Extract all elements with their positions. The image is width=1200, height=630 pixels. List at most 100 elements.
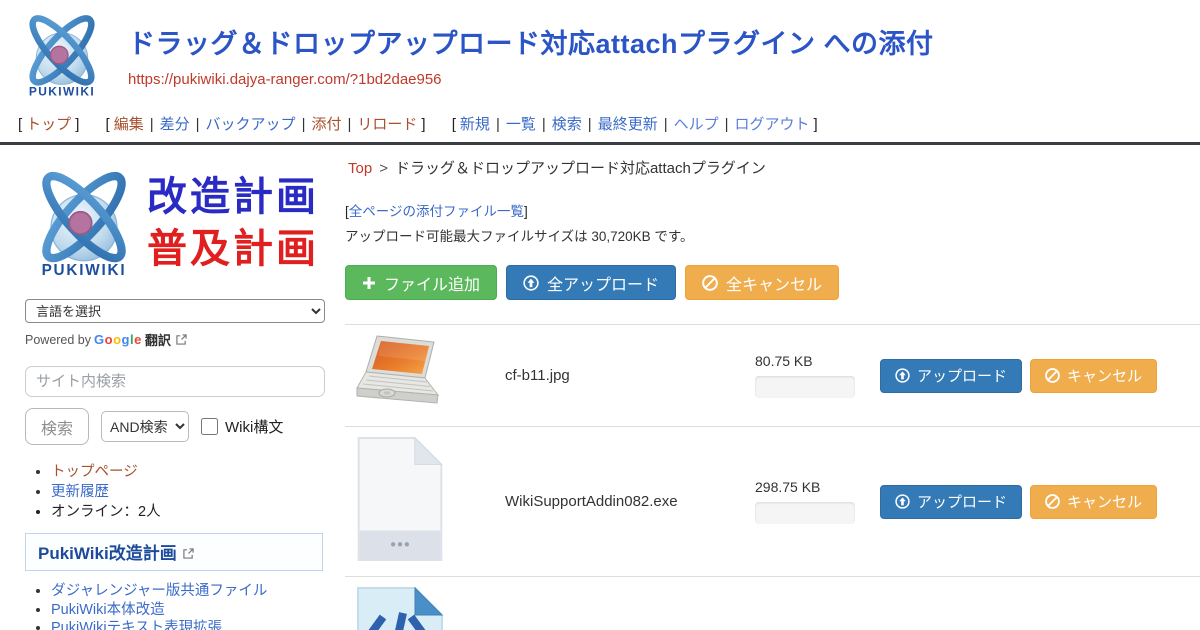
google-logo: Google bbox=[94, 332, 142, 347]
sidebar-link-update-history[interactable]: 更新履歴 bbox=[51, 484, 109, 500]
wiki-syntax-label: Wiki構文 bbox=[225, 416, 283, 437]
header: PUKIWIKI ドラッグ＆ドロップアップロード対応attachプラグイン への… bbox=[0, 0, 1200, 107]
sidebar-plugin-links: ダジャレンジャー版共通ファイル PukiWiki本体改造 PukiWikiテキス… bbox=[25, 583, 330, 630]
nav-edit[interactable]: 編集 bbox=[114, 116, 144, 133]
sidebar-logo-slogan: 改造計画 普及計画 bbox=[147, 171, 319, 275]
page-permalink-url[interactable]: https://pukiwiki.dajya-ranger.com/?1bd2d… bbox=[128, 71, 934, 88]
nav-list[interactable]: 一覧 bbox=[506, 116, 536, 133]
breadcrumb-home-link[interactable]: Top bbox=[348, 160, 372, 177]
file-size: 298.75 KB bbox=[755, 479, 875, 495]
list-item: PukiWikiテキスト表現拡張 bbox=[51, 620, 330, 630]
search-button[interactable]: 検索 bbox=[25, 408, 89, 445]
slogan-line-2: 普及計画 bbox=[147, 223, 319, 275]
ban-icon bbox=[1045, 368, 1060, 383]
nav-backup[interactable]: バックアップ bbox=[206, 116, 296, 133]
nav-logout[interactable]: ログアウト bbox=[735, 116, 810, 133]
upload-progress-bar bbox=[755, 376, 855, 398]
file-actions: アップロード キャンセル bbox=[880, 359, 1157, 393]
ban-icon bbox=[1045, 494, 1060, 509]
file-size-cell: 80.75 KB bbox=[755, 353, 875, 398]
pukiwiki-atom-logo[interactable]: PUKIWIKI bbox=[16, 8, 108, 107]
nav-help[interactable]: ヘルプ bbox=[674, 116, 719, 133]
list-item: トップページ bbox=[51, 464, 330, 481]
nav-diff[interactable]: 差分 bbox=[160, 116, 190, 133]
nav-reload[interactable]: リロード bbox=[357, 116, 417, 133]
sidebar-link-text-ext[interactable]: PukiWikiテキスト表現拡張 bbox=[51, 620, 222, 630]
search-mode-select[interactable]: AND検索 bbox=[101, 411, 189, 442]
nav-group-page: [編集|差分|バックアップ|添付|リロード] bbox=[102, 116, 430, 133]
all-pages-attachments-link[interactable]: 全ページの添付ファイル一覧 bbox=[349, 204, 524, 219]
logo-wordmark: PUKIWIKI bbox=[42, 262, 127, 279]
file-thumbnail-cell bbox=[345, 333, 505, 418]
upload-circle-icon bbox=[895, 494, 910, 509]
table-row: WikiSupportAddin082.exe 298.75 KB アップロード… bbox=[345, 427, 1200, 577]
cancel-button[interactable]: キャンセル bbox=[1030, 485, 1157, 519]
upload-button[interactable]: アップロード bbox=[880, 485, 1022, 519]
file-size-cell: 298.75 KB bbox=[755, 479, 875, 524]
breadcrumb: Top>ドラッグ＆ドロップアップロード対応attachプラグイン bbox=[348, 157, 1200, 178]
atom-icon: PUKIWIKI bbox=[25, 162, 143, 284]
online-users-count: オンライン：2人 bbox=[51, 504, 330, 521]
cancel-all-button[interactable]: 全キャンセル bbox=[685, 265, 839, 300]
upload-all-button[interactable]: 全アップロード bbox=[506, 265, 676, 300]
external-link-icon bbox=[183, 548, 194, 559]
ban-icon bbox=[702, 275, 718, 291]
file-size: 80.75 KB bbox=[755, 353, 875, 369]
upload-button[interactable]: アップロード bbox=[880, 359, 1022, 393]
sidebar-quick-links: トップページ 更新履歴 オンライン：2人 bbox=[25, 464, 330, 521]
plus-icon bbox=[362, 276, 376, 290]
file-name: WikiSupportAddin082.exe bbox=[505, 493, 755, 510]
file-name: cf-b11.jpg bbox=[505, 367, 755, 384]
external-link-icon bbox=[176, 334, 187, 345]
upload-action-bar: ファイル追加 全アップロード 全キャンセル bbox=[345, 265, 1200, 300]
site-title-link[interactable]: PukiWiki改造計画 bbox=[38, 544, 177, 563]
language-select[interactable]: 言語を選択 bbox=[25, 299, 325, 323]
add-files-button[interactable]: ファイル追加 bbox=[345, 265, 497, 300]
nav-attach[interactable]: 添付 bbox=[311, 116, 341, 133]
powered-by-label: Powered by bbox=[25, 333, 91, 347]
nav-recent[interactable]: 最終更新 bbox=[598, 116, 658, 133]
wiki-syntax-checkbox[interactable] bbox=[201, 418, 218, 435]
breadcrumb-current-page: ドラッグ＆ドロップアップロード対応attachプラグイン bbox=[395, 160, 766, 177]
sidebar-link-common-files[interactable]: ダジャレンジャー版共通ファイル bbox=[51, 583, 267, 599]
nav-group-top: [トップ] bbox=[14, 116, 83, 133]
cancel-button[interactable]: キャンセル bbox=[1030, 359, 1157, 393]
site-search-input[interactable] bbox=[25, 366, 325, 397]
main-panel: Top>ドラッグ＆ドロップアップロード対応attachプラグイン [全ページの添… bbox=[345, 145, 1200, 630]
file-thumbnail-cell bbox=[345, 585, 505, 630]
upload-circle-icon bbox=[895, 368, 910, 383]
nav-top[interactable]: トップ bbox=[26, 116, 71, 133]
nav-search[interactable]: 検索 bbox=[552, 116, 582, 133]
table-row: cf-b11.jpg 80.75 KB アップロード キャンセル bbox=[345, 325, 1200, 427]
upload-file-table: cf-b11.jpg 80.75 KB アップロード キャンセル bbox=[345, 324, 1200, 630]
header-text: ドラッグ＆ドロップアップロード対応attachプラグイン への添付 https:… bbox=[128, 8, 934, 107]
atom-icon: PUKIWIKI bbox=[16, 8, 108, 102]
upload-progress-bar bbox=[755, 502, 855, 524]
translate-link[interactable]: 翻訳 bbox=[145, 330, 171, 349]
google-translate-attribution: Powered by Google 翻訳 bbox=[25, 330, 330, 349]
max-upload-size-text: アップロード可能最大ファイルサイズは 30,720KB です。 bbox=[345, 225, 1200, 245]
sidebar-link-top-page[interactable]: トップページ bbox=[51, 464, 138, 480]
sidebar: PUKIWIKI 改造計画 普及計画 言語を選択 Powered by Goog… bbox=[25, 145, 330, 630]
wiki-syntax-option: Wiki構文 bbox=[201, 416, 283, 437]
table-row: contents.html 60.78 KB アップロード キャンセル bbox=[345, 577, 1200, 630]
content: PUKIWIKI 改造計画 普及計画 言語を選択 Powered by Goog… bbox=[0, 145, 1200, 630]
list-item: ダジャレンジャー版共通ファイル bbox=[51, 583, 330, 599]
sidebar-site-logo[interactable]: PUKIWIKI 改造計画 普及計画 bbox=[25, 161, 330, 285]
list-item: 更新履歴 bbox=[51, 484, 330, 501]
upload-circle-icon bbox=[523, 275, 539, 291]
list-item: PukiWiki本体改造 bbox=[51, 602, 330, 618]
nav-new[interactable]: 新規 bbox=[460, 116, 490, 133]
nav-group-site: [新規|一覧|検索|最終更新|ヘルプ|ログアウト] bbox=[448, 116, 822, 133]
slogan-line-1: 改造計画 bbox=[147, 171, 319, 223]
attach-list-line: [全ページの添付ファイル一覧] bbox=[345, 200, 1200, 220]
file-thumbnail-cell bbox=[345, 435, 505, 568]
logo-wordmark: PUKIWIKI bbox=[29, 84, 95, 98]
search-controls: 検索 AND検索 Wiki構文 bbox=[25, 408, 330, 445]
page-title: ドラッグ＆ドロップアップロード対応attachプラグイン への添付 bbox=[128, 22, 934, 61]
site-title-box: PukiWiki改造計画 bbox=[25, 533, 323, 571]
generic-file-icon bbox=[355, 435, 445, 563]
html-code-file-icon bbox=[355, 585, 445, 630]
sidebar-link-core-mod[interactable]: PukiWiki本体改造 bbox=[51, 602, 165, 618]
file-actions: アップロード キャンセル bbox=[880, 485, 1157, 519]
